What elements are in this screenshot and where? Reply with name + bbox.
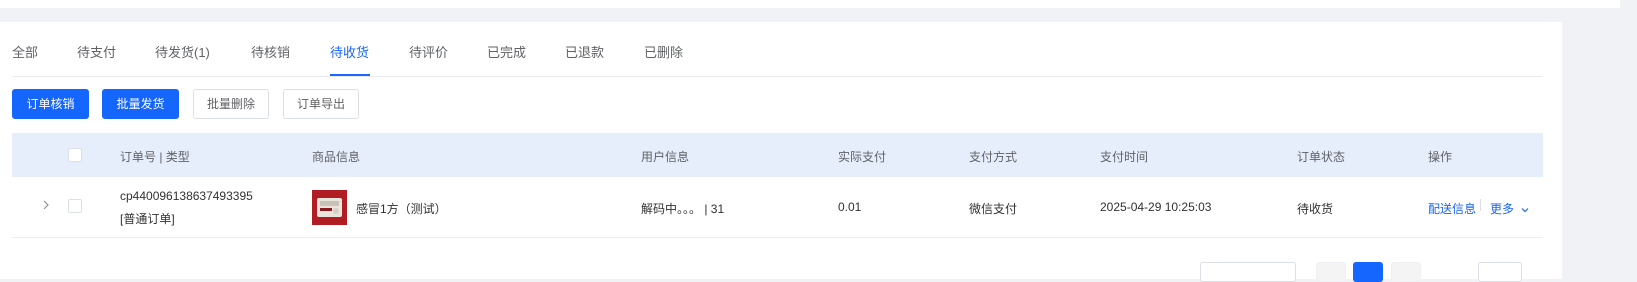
top-card [0,0,1620,8]
tab-completed[interactable]: 已完成 [487,42,526,61]
more-label: 更多 [1490,202,1515,216]
order-type: [普通订单] [120,212,175,226]
order-status: 待收货 [1297,202,1334,216]
tab-pending-receipt[interactable]: 待收货 [330,42,369,61]
table-row: cp440096138637493395 [普通订单] 感冒1方（测试） 解码中… [12,177,1543,238]
header-actions: 操作 [1428,150,1453,164]
tab-pending-payment[interactable]: 待支付 [77,42,116,61]
pay-time: 2025-04-29 10:25:03 [1100,200,1212,214]
row-checkbox[interactable] [68,199,82,213]
tab-pending-verification[interactable]: 待核销 [251,42,290,61]
batch-delete-button[interactable]: 批量删除 [193,89,269,119]
current-page-button[interactable] [1353,262,1383,282]
header-product: 商品信息 [312,150,361,164]
header-pay-method: 支付方式 [969,150,1018,164]
header-paid: 实际支付 [838,150,887,164]
status-tabs: 全部 待支付 待发货(1) 待核销 待收货 待评价 已完成 已退款 已删除 [12,22,1542,77]
active-tab-indicator [330,74,370,76]
next-page-button[interactable] [1391,262,1421,282]
order-list-card: 全部 待支付 待发货(1) 待核销 待收货 待评价 已完成 已退款 已删除 订单… [0,22,1562,282]
product-thumbnail [312,190,347,225]
tab-pending-review[interactable]: 待评价 [409,42,448,61]
order-number: cp440096138637493395 [120,189,253,203]
batch-ship-button[interactable]: 批量发货 [102,89,179,119]
product-name: 感冒1方（测试） [356,202,447,216]
header-pay-time: 支付时间 [1100,150,1149,164]
tab-all[interactable]: 全部 [12,42,38,61]
page-size-select[interactable] [1200,262,1296,282]
tab-refunded[interactable]: 已退款 [565,42,604,61]
prev-page-button[interactable] [1316,262,1346,282]
tab-deleted[interactable]: 已删除 [644,42,683,61]
paid-amount: 0.01 [838,200,862,214]
table-header: 订单号 | 类型 商品信息 用户信息 实际支付 支付方式 支付时间 订单状态 操… [12,133,1543,177]
header-user: 用户信息 [641,150,690,164]
tab-pending-shipment[interactable]: 待发货(1) [155,42,210,61]
header-status: 订单状态 [1297,150,1346,164]
select-all-checkbox[interactable] [68,148,82,162]
chevron-down-icon [1521,207,1529,213]
verify-order-button[interactable]: 订单核销 [12,89,89,119]
more-actions-dropdown[interactable]: 更多 [1490,200,1530,217]
delivery-info-link[interactable]: 配送信息 [1428,200,1476,217]
action-divider [1480,199,1481,211]
user-info: 解码中。。。 | 31 [641,202,725,216]
chevron-right-icon[interactable] [40,199,52,211]
page-jump-input[interactable] [1478,262,1522,282]
export-orders-button[interactable]: 订单导出 [283,89,359,119]
header-order-no: 订单号 | 类型 [120,150,190,164]
pay-method: 微信支付 [969,202,1018,216]
